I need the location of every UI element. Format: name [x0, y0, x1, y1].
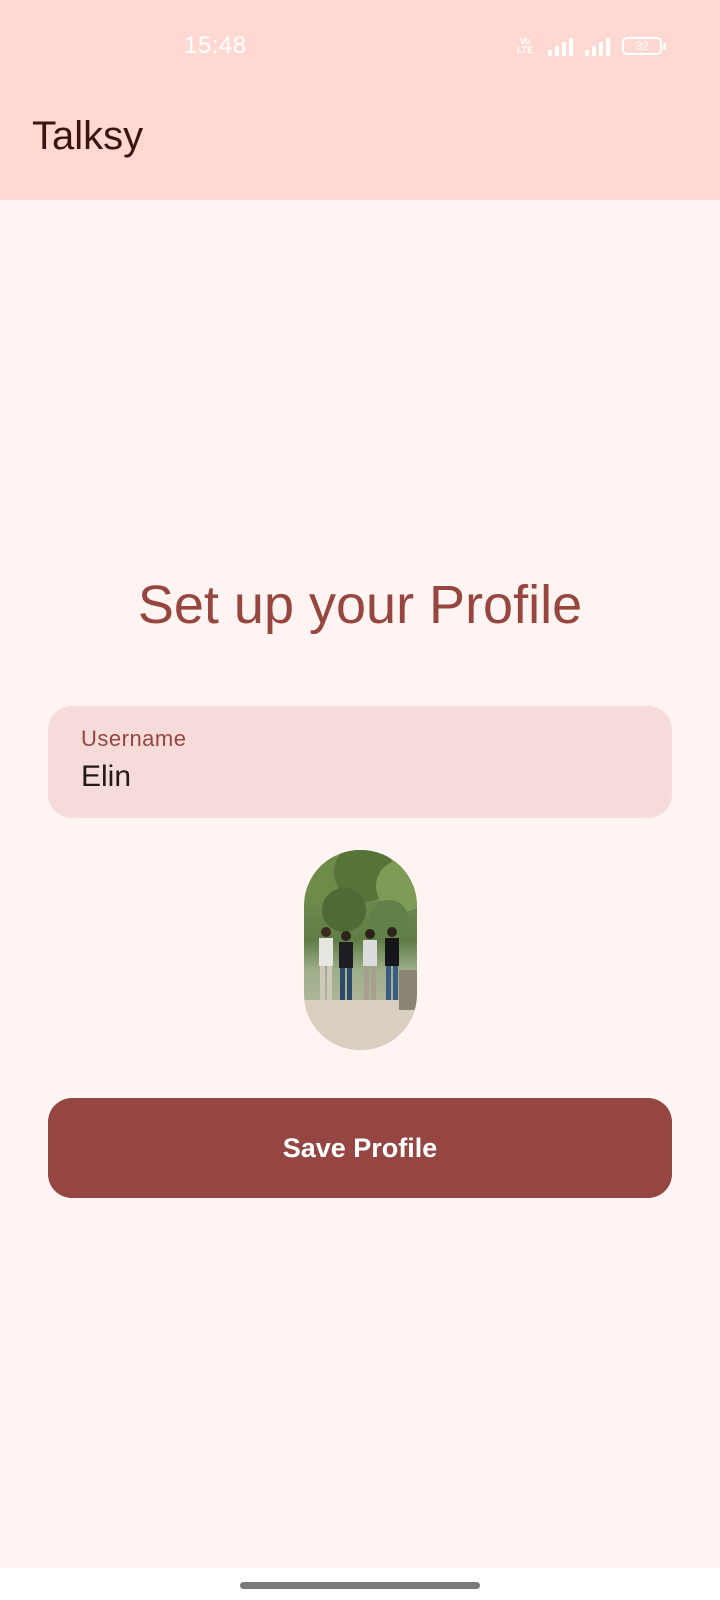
battery-icon: 32 — [622, 37, 666, 55]
profile-photo-image — [304, 850, 417, 1050]
username-label: Username — [81, 726, 187, 751]
volte-icon: Vo LTE — [516, 36, 534, 55]
username-input[interactable] — [81, 760, 641, 794]
profile-photo[interactable] — [304, 850, 417, 1050]
username-field[interactable]: Username — [48, 706, 672, 818]
app-title: Talksy — [32, 114, 144, 158]
navigation-bar — [0, 1568, 720, 1600]
top-app-bar: 15:48 Vo LTE 32 Talksy — [0, 0, 720, 200]
save-profile-button[interactable]: Save Profile — [48, 1098, 672, 1198]
home-handle[interactable] — [240, 1582, 480, 1589]
signal-4g-icon — [548, 36, 573, 56]
signal-icon — [585, 36, 610, 56]
page-title: Set up your Profile — [137, 575, 583, 635]
status-time: 15:48 — [184, 32, 247, 59]
status-icons: Vo LTE 32 — [514, 32, 666, 60]
